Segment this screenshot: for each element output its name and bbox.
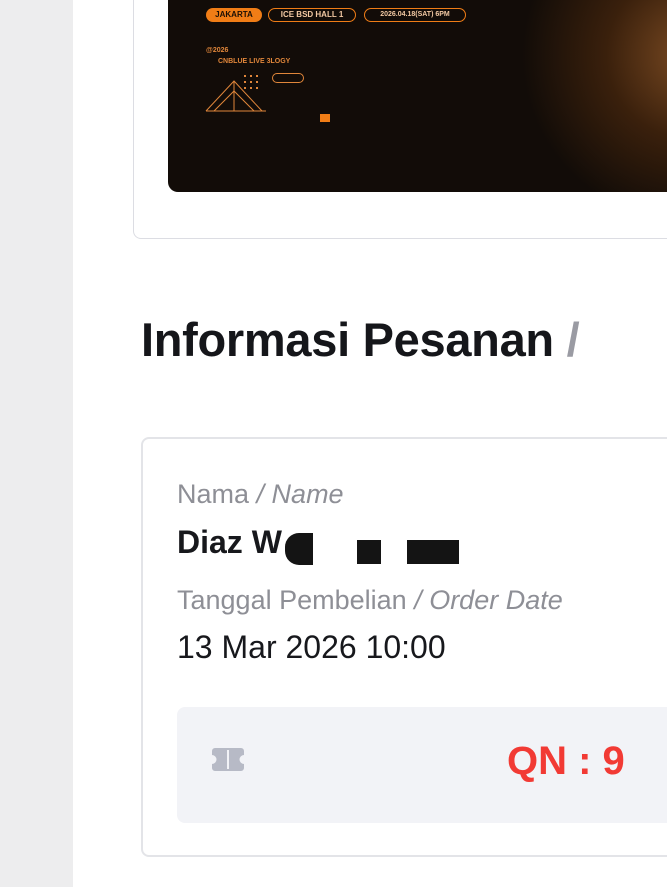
- name-redaction-3: [407, 540, 459, 564]
- order-info-title-slash: /: [566, 313, 580, 366]
- poster-artist-photo: [508, 0, 667, 192]
- name-redaction-2: [357, 540, 381, 564]
- queue-number: QN : 9: [507, 739, 625, 783]
- poster-date-badge: 2026.04.18(SAT) 6PM: [364, 8, 466, 22]
- order-date-label-en: / Order Date: [414, 585, 563, 615]
- name-label-id: Nama: [177, 479, 250, 509]
- name-label: Nama / Name: [177, 479, 344, 510]
- order-info-title: Informasi Pesanan /: [141, 312, 580, 367]
- event-poster-image: JAKARTA ICE BSD HALL 1 2026.04.18(SAT) 6…: [168, 0, 667, 192]
- order-info-title-text: Informasi Pesanan: [141, 313, 554, 366]
- poster-tour-name: CNBLUE LIVE 3LOGY: [218, 58, 291, 65]
- poster-venue-map-icon: [205, 75, 266, 112]
- name-label-en: / Name: [256, 479, 344, 509]
- ticket-icon: [212, 748, 244, 771]
- poster-sponsor-logo: [320, 114, 330, 122]
- event-poster-card: JAKARTA ICE BSD HALL 1 2026.04.18(SAT) 6…: [133, 0, 667, 239]
- poster-year: @2026: [206, 47, 229, 54]
- poster-venue-badge: ICE BSD HALL 1: [268, 8, 356, 22]
- queue-number-box: QN : 9: [177, 707, 667, 823]
- poster-city-badge: JAKARTA: [206, 8, 262, 22]
- order-date-label-id: Tanggal Pembelian: [177, 585, 407, 615]
- order-date-label: Tanggal Pembelian / Order Date: [177, 585, 563, 616]
- order-info-card: Nama / Name Diaz W Tanggal Pembelian / O…: [141, 437, 667, 857]
- customer-name: Diaz W: [177, 524, 282, 560]
- page-content: JAKARTA ICE BSD HALL 1 2026.04.18(SAT) 6…: [73, 0, 667, 887]
- name-redaction-1: [285, 533, 313, 565]
- order-date-value: 13 Mar 2026 10:00: [177, 629, 446, 665]
